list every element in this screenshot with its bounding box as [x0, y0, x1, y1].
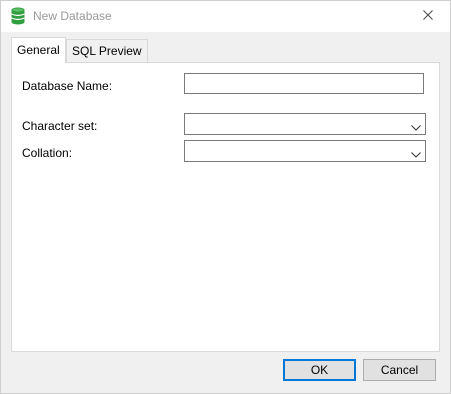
tab-general[interactable]: General — [11, 37, 66, 63]
ok-button[interactable]: OK — [283, 359, 356, 381]
chevron-down-icon — [411, 147, 421, 161]
collation-label: Collation: — [22, 146, 73, 160]
database-icon — [11, 7, 25, 25]
general-tab-panel: Database Name: Character set: Collation: — [11, 62, 440, 352]
database-name-input[interactable] — [184, 73, 424, 94]
cancel-button[interactable]: Cancel — [363, 359, 436, 381]
database-name-label: Database Name: — [22, 79, 113, 93]
close-button[interactable] — [415, 5, 441, 27]
collation-select[interactable] — [184, 140, 426, 162]
character-set-select[interactable] — [184, 113, 426, 135]
new-database-dialog: New Database General SQL Preview Databas… — [0, 0, 451, 394]
close-icon — [423, 9, 433, 23]
title-bar[interactable]: New Database — [1, 1, 450, 32]
chevron-down-icon — [411, 120, 421, 134]
tab-sql-preview[interactable]: SQL Preview — [66, 39, 148, 62]
character-set-label: Character set: — [22, 119, 98, 133]
window-title: New Database — [33, 9, 112, 23]
